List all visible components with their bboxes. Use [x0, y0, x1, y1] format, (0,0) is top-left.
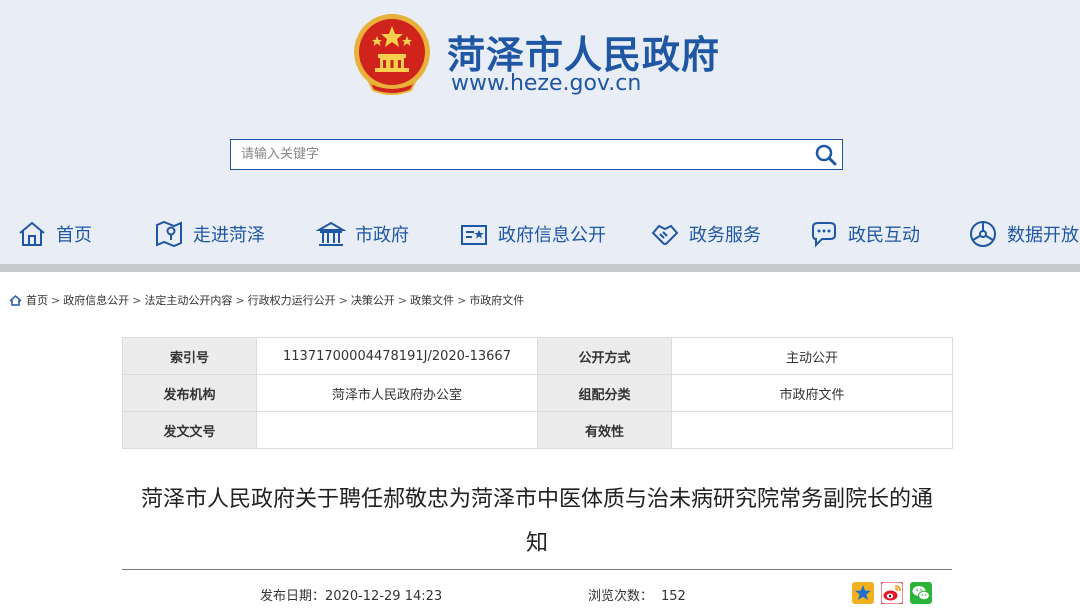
- publisher-value: 菏泽市人民政府办公室: [256, 374, 538, 412]
- nav-item-gov-info-disclosure[interactable]: 政府信息公开: [459, 212, 606, 256]
- view-count-value: 152: [661, 589, 686, 604]
- article-title-line: 菏泽市人民政府关于聘任郝敬忠为菏泽市中医体质与治未病研究院常务副院长的通: [140, 487, 933, 512]
- validity-value: [671, 411, 953, 449]
- home-icon: [9, 294, 22, 306]
- publish-date-label: 发布日期：: [260, 589, 326, 604]
- nav-item-city-government[interactable]: 市政府: [316, 212, 409, 256]
- data-globe-icon: [970, 221, 996, 247]
- government-building-icon: [316, 221, 346, 246]
- breadcrumb-statutory-content[interactable]: 法定主动公开内容: [144, 292, 232, 308]
- nav-item-public-interaction[interactable]: 政民互动: [809, 212, 920, 256]
- table-row: 索引号 11371700004478191J/2020-13667 公开方式 主…: [122, 337, 953, 375]
- disclosure-label: 公开方式: [537, 337, 672, 375]
- nav-label: 市政府: [355, 225, 409, 246]
- breadcrumb-separator: >: [338, 293, 348, 307]
- chat-icon: [812, 222, 836, 248]
- share-wechat-button[interactable]: [910, 582, 932, 604]
- publisher-label: 发布机构: [122, 374, 257, 412]
- breadcrumb-separator: >: [235, 293, 245, 307]
- publish-date: 发布日期：2020-12-29 14:23: [260, 585, 442, 604]
- nav-label: 首页: [56, 225, 92, 246]
- info-card-icon: [461, 225, 487, 245]
- handshake-icon: [651, 224, 679, 245]
- nav-item-about-heze[interactable]: 走进菏泽: [154, 212, 265, 256]
- breadcrumb-gov-info-disclosure[interactable]: 政府信息公开: [63, 292, 129, 308]
- breadcrumb-separator: >: [457, 293, 467, 307]
- disclosure-value: 主动公开: [671, 337, 953, 375]
- docno-value: [256, 411, 538, 449]
- index-value: 11371700004478191J/2020-13667: [256, 337, 538, 375]
- header-divider: [0, 264, 1080, 272]
- search-icon: [815, 144, 837, 166]
- search-box: [230, 139, 843, 170]
- breadcrumb-separator: >: [397, 293, 408, 307]
- view-count: 浏览次数： 152: [588, 585, 686, 604]
- search-input[interactable]: [231, 140, 811, 169]
- main-nav: 首页 走进菏泽 市政府 政府信息公开 政务服务 政民互动 数据开放: [0, 212, 1080, 256]
- home-icon: [19, 221, 45, 246]
- table-row: 发文文号 有效性: [122, 411, 953, 449]
- validity-label: 有效性: [537, 411, 672, 449]
- category-label: 组配分类: [537, 374, 672, 412]
- table-row: 发布机构 菏泽市人民政府办公室 组配分类 市政府文件: [122, 374, 953, 412]
- article-title: 菏泽市人民政府关于聘任郝敬忠为菏泽市中医体质与治未病研究院常务副院长的通 知: [122, 478, 952, 566]
- docno-label: 发文文号: [122, 411, 257, 449]
- breadcrumb-separator: >: [51, 293, 61, 307]
- article-title-line: 知: [525, 531, 548, 556]
- category-value: 市政府文件: [671, 374, 953, 412]
- share-qzone-button[interactable]: [852, 582, 874, 604]
- nav-item-open-data[interactable]: 数据开放: [968, 212, 1079, 256]
- qzone-icon: [852, 582, 874, 604]
- nav-label: 政务服务: [689, 225, 761, 246]
- breadcrumb-policy-documents[interactable]: 政策文件: [410, 292, 454, 308]
- search-button[interactable]: [814, 143, 838, 167]
- wechat-icon: [910, 582, 932, 604]
- document-meta-table: 索引号 11371700004478191J/2020-13667 公开方式 主…: [122, 337, 953, 449]
- title-divider: [122, 569, 952, 570]
- index-label: 索引号: [122, 337, 257, 375]
- site-url[interactable]: www.heze.gov.cn: [451, 71, 641, 96]
- nav-label: 政民互动: [848, 225, 920, 246]
- nav-item-home[interactable]: 首页: [17, 212, 92, 256]
- publish-date-value: 2020-12-29 14:23: [325, 589, 443, 604]
- breadcrumb-admin-power[interactable]: 行政权力运行公开: [248, 292, 336, 308]
- breadcrumb-decision-disclosure[interactable]: 决策公开: [351, 292, 395, 308]
- breadcrumb-home[interactable]: 首页: [26, 292, 48, 308]
- breadcrumb-city-gov-documents[interactable]: 市政府文件: [469, 292, 524, 308]
- breadcrumb: 首页 > 政府信息公开 > 法定主动公开内容 > 行政权力运行公开 > 决策公开…: [9, 292, 524, 308]
- nav-label: 数据开放: [1007, 225, 1079, 246]
- view-count-label: 浏览次数：: [588, 589, 654, 604]
- site-header: 菏泽市人民政府 www.heze.gov.cn 首页 走进菏泽: [0, 0, 1080, 272]
- nav-label: 走进菏泽: [193, 225, 265, 246]
- national-emblem-icon: [351, 12, 433, 96]
- share-weibo-button[interactable]: [880, 581, 904, 605]
- breadcrumb-separator: >: [132, 293, 142, 307]
- nav-item-gov-services[interactable]: 政务服务: [650, 212, 761, 256]
- nav-label: 政府信息公开: [498, 225, 606, 246]
- weibo-icon: [880, 581, 904, 605]
- map-icon: [156, 220, 182, 248]
